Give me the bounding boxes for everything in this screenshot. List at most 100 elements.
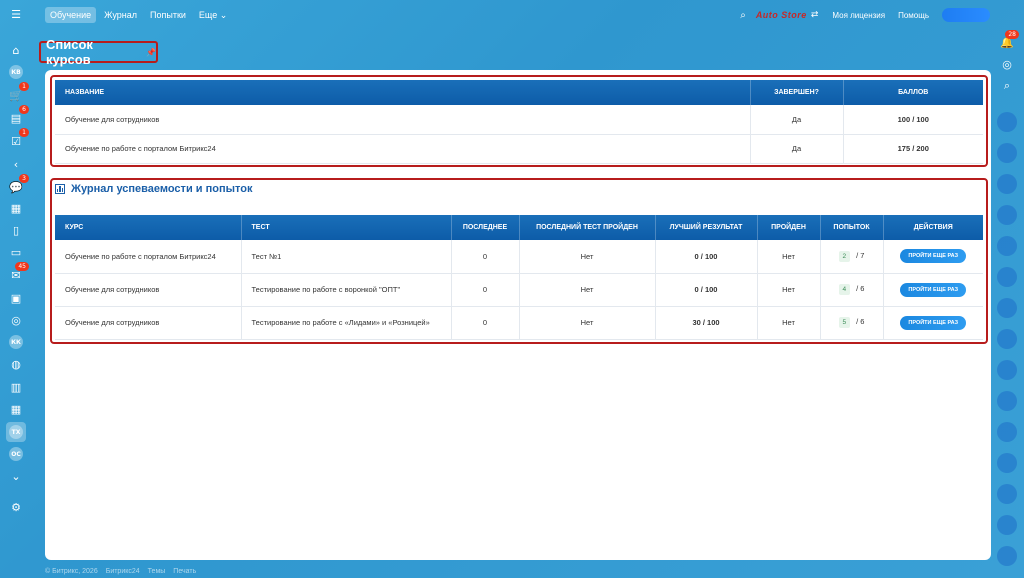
contact-avatar[interactable] bbox=[997, 205, 1017, 225]
journal-last: 0 bbox=[451, 306, 520, 340]
journal-passed: Нет bbox=[757, 306, 821, 340]
document-icon[interactable]: ▯ bbox=[6, 220, 26, 240]
footer: © Битрикс, 2026 Битрикс24 Темы Печать bbox=[45, 568, 196, 575]
support-icon[interactable]: ◎ bbox=[998, 55, 1016, 73]
contact-avatar[interactable] bbox=[997, 298, 1017, 318]
attempts-max: / 7 bbox=[856, 250, 865, 260]
license-link[interactable]: Моя лицензия bbox=[832, 11, 885, 20]
table-row: Обучение по работе с порталом Битрикс24 … bbox=[55, 134, 983, 164]
column-header[interactable]: Действия bbox=[883, 215, 983, 240]
journal-best: 30 / 100 bbox=[655, 306, 758, 340]
calendar-icon[interactable]: ▦ bbox=[6, 198, 26, 218]
column-header[interactable]: Завершен? bbox=[750, 80, 844, 105]
avatar[interactable]: КВ bbox=[6, 62, 26, 82]
journal-course-link[interactable]: Обучение по работе с порталом Битрикс24 bbox=[55, 240, 242, 274]
contact-avatar[interactable] bbox=[997, 453, 1017, 473]
column-header[interactable]: Последний тест пройден bbox=[519, 215, 656, 240]
contact-avatar[interactable] bbox=[997, 143, 1017, 163]
attempts-count: 2 bbox=[838, 250, 851, 262]
footer-link[interactable]: Темы bbox=[148, 568, 166, 575]
contact-avatar[interactable] bbox=[997, 174, 1017, 194]
section-title: Журнал успеваемости и попыток bbox=[71, 183, 253, 195]
table-header-row: Курс Тест Последнее Последний тест пройд… bbox=[55, 215, 983, 240]
tab-attempts[interactable]: Попытки bbox=[145, 7, 191, 23]
column-header[interactable]: Баллов bbox=[843, 80, 983, 105]
journal-actions: Пройти еще раз bbox=[883, 306, 983, 340]
left-sidebar: ☰ ⌂ КВ 🛒 1 ▤ 6 ☑ 1 ‹ 💬 3 ▦ ▯ ▭ ✉ 45 ▣ ◎ КК ◍ … bbox=[0, 0, 32, 578]
chat-icon[interactable]: 💬 3 bbox=[6, 174, 29, 197]
tab-more[interactable]: Еще ⌄ bbox=[194, 7, 232, 24]
status-pill[interactable] bbox=[942, 8, 990, 22]
contact-avatar[interactable] bbox=[997, 360, 1017, 380]
gear-icon[interactable]: ⚙ bbox=[6, 497, 26, 517]
course-score: 100 / 100 bbox=[843, 105, 983, 135]
right-sidebar: 🔔 28 ◎ ⌕ bbox=[990, 0, 1024, 578]
journal-actions: Пройти еще раз bbox=[883, 240, 983, 274]
journal-attempts: 5 / 6 bbox=[820, 306, 884, 340]
course-score: 175 / 200 bbox=[843, 134, 983, 164]
tasks-icon[interactable]: ▤ 6 bbox=[6, 105, 29, 128]
schedule-icon[interactable]: ▦ bbox=[6, 399, 26, 419]
journal-best: 0 / 100 bbox=[655, 240, 758, 274]
attempts-max: / 6 bbox=[856, 284, 865, 293]
footer-copyright: © Битрикс, 2026 bbox=[45, 568, 98, 575]
swap-icon[interactable]: ⇄ bbox=[811, 10, 819, 20]
contact-avatar[interactable] bbox=[997, 267, 1017, 287]
contact-center-icon[interactable]: ▣ bbox=[6, 288, 26, 308]
company-logo: Auto Store bbox=[755, 10, 807, 20]
settings-circle-icon[interactable]: ◍ bbox=[6, 354, 26, 374]
analytics-icon[interactable]: ▥ bbox=[6, 377, 26, 397]
search-icon[interactable]: ⌕ bbox=[740, 10, 746, 21]
avatar[interactable]: ТХ bbox=[6, 422, 26, 442]
column-header[interactable]: Название bbox=[55, 80, 751, 105]
courses-table: Название Завершен? Баллов Обучение для с… bbox=[55, 80, 983, 164]
avatar[interactable]: КК bbox=[6, 332, 26, 352]
contact-avatar[interactable] bbox=[997, 112, 1017, 132]
column-header[interactable]: Попыток bbox=[820, 215, 884, 240]
journal-table: Курс Тест Последнее Последний тест пройд… bbox=[55, 215, 983, 340]
journal-last: 0 bbox=[451, 240, 520, 274]
tab-learning[interactable]: Обучение bbox=[45, 7, 97, 23]
retry-button[interactable]: Пройти еще раз bbox=[900, 282, 967, 297]
attempts-max: / 6 bbox=[856, 317, 865, 326]
contact-avatar[interactable] bbox=[997, 391, 1017, 411]
column-header[interactable]: Пройден bbox=[757, 215, 821, 240]
cart-icon[interactable]: 🛒 1 bbox=[6, 82, 29, 105]
tab-journal[interactable]: Журнал bbox=[99, 7, 142, 23]
retry-button[interactable]: Пройти еще раз bbox=[900, 315, 967, 330]
contact-avatar[interactable] bbox=[997, 236, 1017, 256]
journal-test: Тест №1 bbox=[241, 240, 452, 274]
journal-last-passed: Нет bbox=[519, 306, 656, 340]
column-header[interactable]: Тест bbox=[241, 215, 452, 240]
column-header[interactable]: Курс bbox=[55, 215, 242, 240]
footer-link[interactable]: Печать bbox=[173, 568, 196, 575]
chevron-down-icon[interactable]: ⌄ bbox=[6, 466, 26, 486]
contact-avatar[interactable] bbox=[997, 515, 1017, 535]
column-header[interactable]: Лучший результат bbox=[655, 215, 758, 240]
course-link[interactable]: Обучение по работе с порталом Битрикс24 bbox=[55, 134, 751, 164]
mail-icon[interactable]: ✉ 45 bbox=[6, 262, 29, 285]
avatar[interactable]: ОС bbox=[6, 444, 26, 464]
help-link[interactable]: Помощь bbox=[898, 11, 929, 20]
journal-course-link[interactable]: Обучение для сотрудников bbox=[55, 306, 242, 340]
retry-button[interactable]: Пройти еще раз bbox=[900, 249, 967, 264]
bell-icon[interactable]: 🔔 28 bbox=[998, 30, 1019, 51]
journal-attempts: 4 / 6 bbox=[820, 273, 884, 307]
journal-course-link[interactable]: Обучение для сотрудников bbox=[55, 273, 242, 307]
page-title: Список курсов bbox=[46, 37, 93, 67]
contact-avatar[interactable] bbox=[997, 546, 1017, 566]
menu-icon[interactable]: ☰ bbox=[6, 4, 26, 24]
footer-link[interactable]: Битрикс24 bbox=[106, 568, 140, 575]
drive-icon[interactable]: ▭ bbox=[6, 242, 26, 262]
target-icon[interactable]: ◎ bbox=[6, 310, 26, 330]
pin-icon[interactable]: 📌 bbox=[146, 48, 156, 57]
course-link[interactable]: Обучение для сотрудников bbox=[55, 105, 751, 135]
contact-avatar[interactable] bbox=[997, 422, 1017, 442]
search-icon[interactable]: ⌕ bbox=[998, 77, 1016, 95]
contact-avatar[interactable] bbox=[997, 329, 1017, 349]
checklist-icon[interactable]: ☑ 1 bbox=[6, 128, 29, 151]
contact-avatar[interactable] bbox=[997, 484, 1017, 504]
chevron-left-icon[interactable]: ‹ bbox=[6, 154, 26, 174]
column-header[interactable]: Последнее bbox=[451, 215, 520, 240]
home-icon[interactable]: ⌂ bbox=[6, 40, 26, 60]
